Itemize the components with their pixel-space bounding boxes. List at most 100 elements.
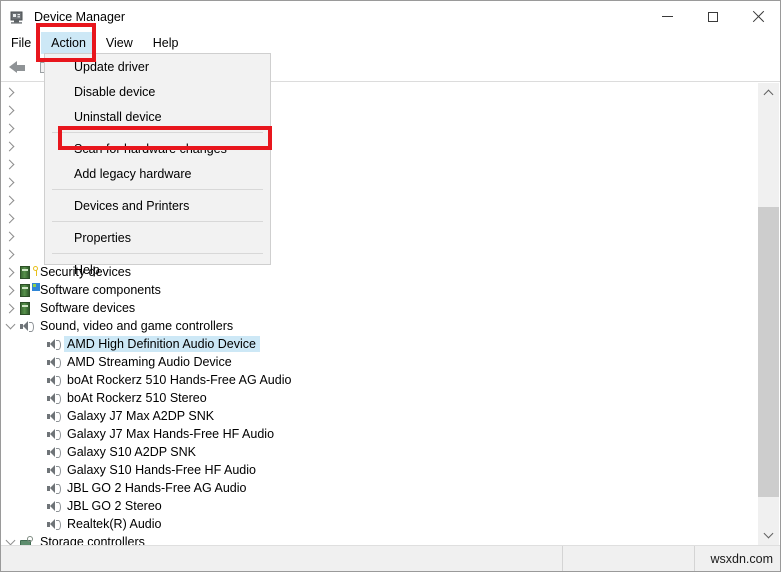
- menu-item-uninstall-device[interactable]: Uninstall device: [45, 104, 270, 129]
- chevron-right-icon[interactable]: [2, 141, 18, 151]
- device-row[interactable]: AMD Streaming Audio Device: [2, 353, 758, 371]
- trailing-category-row: Storage controllers: [2, 533, 758, 545]
- chevron-right-icon[interactable]: [2, 105, 18, 115]
- menu-separator: [52, 189, 263, 190]
- device-row[interactable]: AMD High Definition Audio Device: [2, 335, 758, 353]
- window-title: Device Manager: [34, 9, 126, 24]
- back-button[interactable]: [4, 56, 30, 80]
- menu-bar: File Action View Help: [1, 32, 780, 54]
- chevron-right-icon[interactable]: [2, 195, 18, 205]
- menu-item-add-legacy-hardware-label: Add legacy hardware: [74, 166, 192, 181]
- status-cell-secondary: [563, 546, 695, 571]
- device-row[interactable]: JBL GO 2 Stereo: [2, 497, 758, 515]
- device-row[interactable]: Galaxy S10 A2DP SNK: [2, 443, 758, 461]
- tree-category-row[interactable]: Storage controllers: [2, 533, 758, 545]
- device-label: AMD High Definition Audio Device: [64, 336, 260, 352]
- speaker-icon: [46, 499, 63, 513]
- chevron-down-icon[interactable]: [2, 535, 18, 545]
- device-manager-window: Device Manager File Action View Help Sec…: [0, 0, 781, 572]
- security-device-icon: [19, 265, 38, 279]
- tree-category-row[interactable]: Software devices: [2, 299, 758, 317]
- close-icon: [752, 11, 764, 23]
- menu-file[interactable]: File: [1, 32, 41, 54]
- maximize-button[interactable]: [690, 1, 735, 32]
- speaker-icon: [46, 337, 63, 351]
- storage-controller-icon: [19, 535, 36, 545]
- menu-view[interactable]: View: [96, 32, 143, 54]
- tree-category-label: Sound, video and game controllers: [40, 319, 234, 333]
- menu-item-devices-and-printers[interactable]: Devices and Printers: [45, 193, 270, 218]
- tree-category-label: Software components: [40, 283, 161, 297]
- tree-category-row[interactable]: Software components: [2, 281, 758, 299]
- device-row[interactable]: boAt Rockerz 510 Stereo: [2, 389, 758, 407]
- speaker-icon: [46, 409, 63, 423]
- chevron-right-icon[interactable]: [2, 159, 18, 169]
- speaker-icon: [46, 373, 63, 387]
- chevron-down-icon[interactable]: [2, 319, 18, 330]
- device-label: boAt Rockerz 510 Hands-Free AG Audio: [67, 373, 292, 387]
- chevron-right-icon[interactable]: [2, 213, 18, 223]
- device-row[interactable]: Realtek(R) Audio: [2, 515, 758, 533]
- menu-item-properties-label: Properties: [74, 230, 131, 245]
- menu-item-disable-device[interactable]: Disable device: [45, 79, 270, 104]
- chevron-right-icon[interactable]: [2, 231, 18, 241]
- menu-item-update-driver[interactable]: Update driver: [45, 54, 270, 79]
- watermark: wsxdn.com: [710, 551, 773, 566]
- menu-item-disable-device-label: Disable device: [74, 84, 156, 99]
- menu-action[interactable]: Action: [41, 32, 96, 54]
- back-arrow-icon: [8, 61, 26, 74]
- device-label: Galaxy S10 A2DP SNK: [67, 445, 197, 459]
- device-row[interactable]: JBL GO 2 Hands-Free AG Audio: [2, 479, 758, 497]
- menu-item-scan-for-hardware-changes[interactable]: Scan for hardware changes: [45, 136, 270, 161]
- title-bar: Device Manager: [1, 1, 780, 32]
- speaker-icon: [46, 463, 63, 477]
- menu-help[interactable]: Help: [143, 32, 189, 54]
- sound-controller-icon: [19, 319, 36, 333]
- speaker-icon: [46, 517, 63, 531]
- menu-separator: [52, 132, 263, 133]
- action-dropdown-menu[interactable]: Update driver Disable device Uninstall dev…: [44, 53, 271, 277]
- speaker-icon: [46, 391, 63, 405]
- device-row[interactable]: boAt Rockerz 510 Hands-Free AG Audio: [2, 371, 758, 389]
- software-device-icon: [19, 301, 36, 315]
- device-label: Realtek(R) Audio: [67, 517, 162, 531]
- speaker-icon: [46, 481, 63, 495]
- menu-item-devices-and-printers-label: Devices and Printers: [74, 198, 190, 213]
- window-controls: [645, 1, 780, 32]
- chevron-right-icon[interactable]: [2, 87, 18, 97]
- tree-category-row[interactable]: Sound, video and game controllers: [2, 317, 758, 335]
- scroll-down-button[interactable]: [758, 525, 779, 545]
- scroll-up-icon: [763, 89, 774, 100]
- close-button[interactable]: [735, 1, 780, 32]
- menu-file-label: File: [11, 36, 32, 50]
- chevron-right-icon[interactable]: [2, 177, 18, 187]
- tree-category-label: Software devices: [40, 301, 136, 315]
- maximize-icon: [707, 11, 718, 22]
- scrollbar-thumb[interactable]: [758, 207, 779, 497]
- chevron-right-icon[interactable]: [2, 285, 18, 295]
- device-row[interactable]: Galaxy S10 Hands-Free HF Audio: [2, 461, 758, 479]
- vertical-scrollbar[interactable]: [758, 83, 779, 545]
- device-row[interactable]: Galaxy J7 Max A2DP SNK: [2, 407, 758, 425]
- device-row[interactable]: Galaxy J7 Max Hands-Free HF Audio: [2, 425, 758, 443]
- device-label: Galaxy S10 Hands-Free HF Audio: [67, 463, 256, 477]
- menu-item-uninstall-device-label: Uninstall device: [74, 109, 162, 124]
- speaker-icon: [46, 427, 63, 441]
- chevron-right-icon[interactable]: [2, 123, 18, 133]
- status-bar: wsxdn.com: [1, 545, 780, 571]
- device-label: boAt Rockerz 510 Stereo: [67, 391, 207, 405]
- menu-item-help-label: Help: [74, 262, 100, 277]
- chevron-right-icon[interactable]: [2, 303, 18, 313]
- chevron-right-icon[interactable]: [2, 267, 18, 277]
- chevron-right-icon[interactable]: [2, 249, 18, 259]
- menu-view-label: View: [105, 36, 133, 50]
- menu-item-properties[interactable]: Properties: [45, 225, 270, 250]
- menu-item-add-legacy-hardware[interactable]: Add legacy hardware: [45, 161, 270, 186]
- menu-separator: [52, 221, 263, 222]
- speaker-icon: [46, 355, 63, 369]
- minimize-button[interactable]: [645, 1, 690, 32]
- menu-item-help[interactable]: Help: [45, 257, 270, 282]
- scroll-up-button[interactable]: [758, 83, 779, 103]
- menu-help-label: Help: [152, 36, 179, 50]
- menu-item-update-driver-label: Update driver: [74, 59, 150, 74]
